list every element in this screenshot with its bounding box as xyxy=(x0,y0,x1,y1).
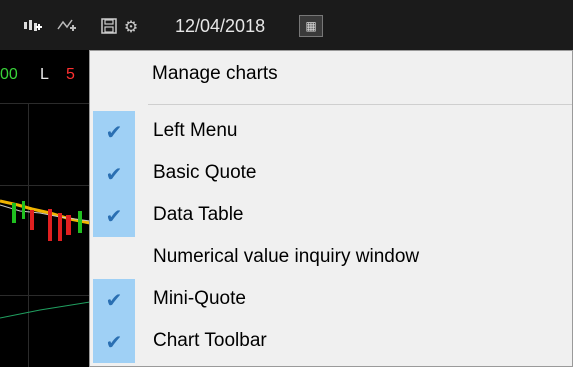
menu-item-label: Basic Quote xyxy=(153,162,257,183)
date-value: 12/04/2018 xyxy=(175,16,266,36)
manage-charts-menu: Manage charts ✔ Left Menu ✔ Basic Quote … xyxy=(89,50,573,367)
chart-toolbar: ⚙ 12/04/2018 ▦ xyxy=(0,0,573,50)
checkmark-icon: ✔ xyxy=(93,195,135,237)
menu-item-left-menu[interactable]: ✔ Left Menu xyxy=(90,111,572,153)
indicator-line xyxy=(0,301,90,319)
chart-gridline xyxy=(0,103,90,104)
quote-label-low: L xyxy=(40,66,49,83)
menu-item-label: Chart Toolbar xyxy=(153,330,267,351)
price-candles xyxy=(0,199,90,241)
menu-item-numerical-value-inquiry-window[interactable]: Numerical value inquiry window xyxy=(90,237,572,275)
menu-item-label: Data Table xyxy=(153,204,244,225)
chart-compare-icon[interactable] xyxy=(54,14,80,38)
menu-item-label: Numerical value inquiry window xyxy=(153,246,420,267)
date-picker[interactable]: 12/04/2018 ▦ xyxy=(163,14,333,38)
menu-item-label: Mini-Quote xyxy=(153,288,246,309)
checkmark-icon: ✔ xyxy=(93,279,135,321)
checkmark-icon: ✔ xyxy=(93,321,135,363)
gear-icon[interactable]: ⚙ xyxy=(118,14,144,38)
mini-quote-strip: 00 L 5 xyxy=(0,58,90,92)
menu-item-label: Left Menu xyxy=(153,120,238,141)
menu-item-chart-toolbar[interactable]: ✔ Chart Toolbar xyxy=(90,321,572,363)
quote-value-1: 00 xyxy=(0,66,18,83)
checkmark-icon: ✔ xyxy=(93,111,135,153)
menu-header[interactable]: Manage charts xyxy=(90,51,572,98)
menu-divider xyxy=(148,104,572,105)
calendar-icon[interactable]: ▦ xyxy=(299,15,323,37)
menu-item-data-table[interactable]: ✔ Data Table xyxy=(90,195,572,237)
crosshair-add-icon[interactable] xyxy=(20,14,46,38)
checkmark-icon: ✔ xyxy=(93,153,135,195)
menu-item-basic-quote[interactable]: ✔ Basic Quote xyxy=(90,153,572,195)
menu-header-label: Manage charts xyxy=(152,63,278,84)
quote-value-3: 5 xyxy=(66,66,75,83)
menu-item-mini-quote[interactable]: ✔ Mini-Quote xyxy=(90,279,572,321)
